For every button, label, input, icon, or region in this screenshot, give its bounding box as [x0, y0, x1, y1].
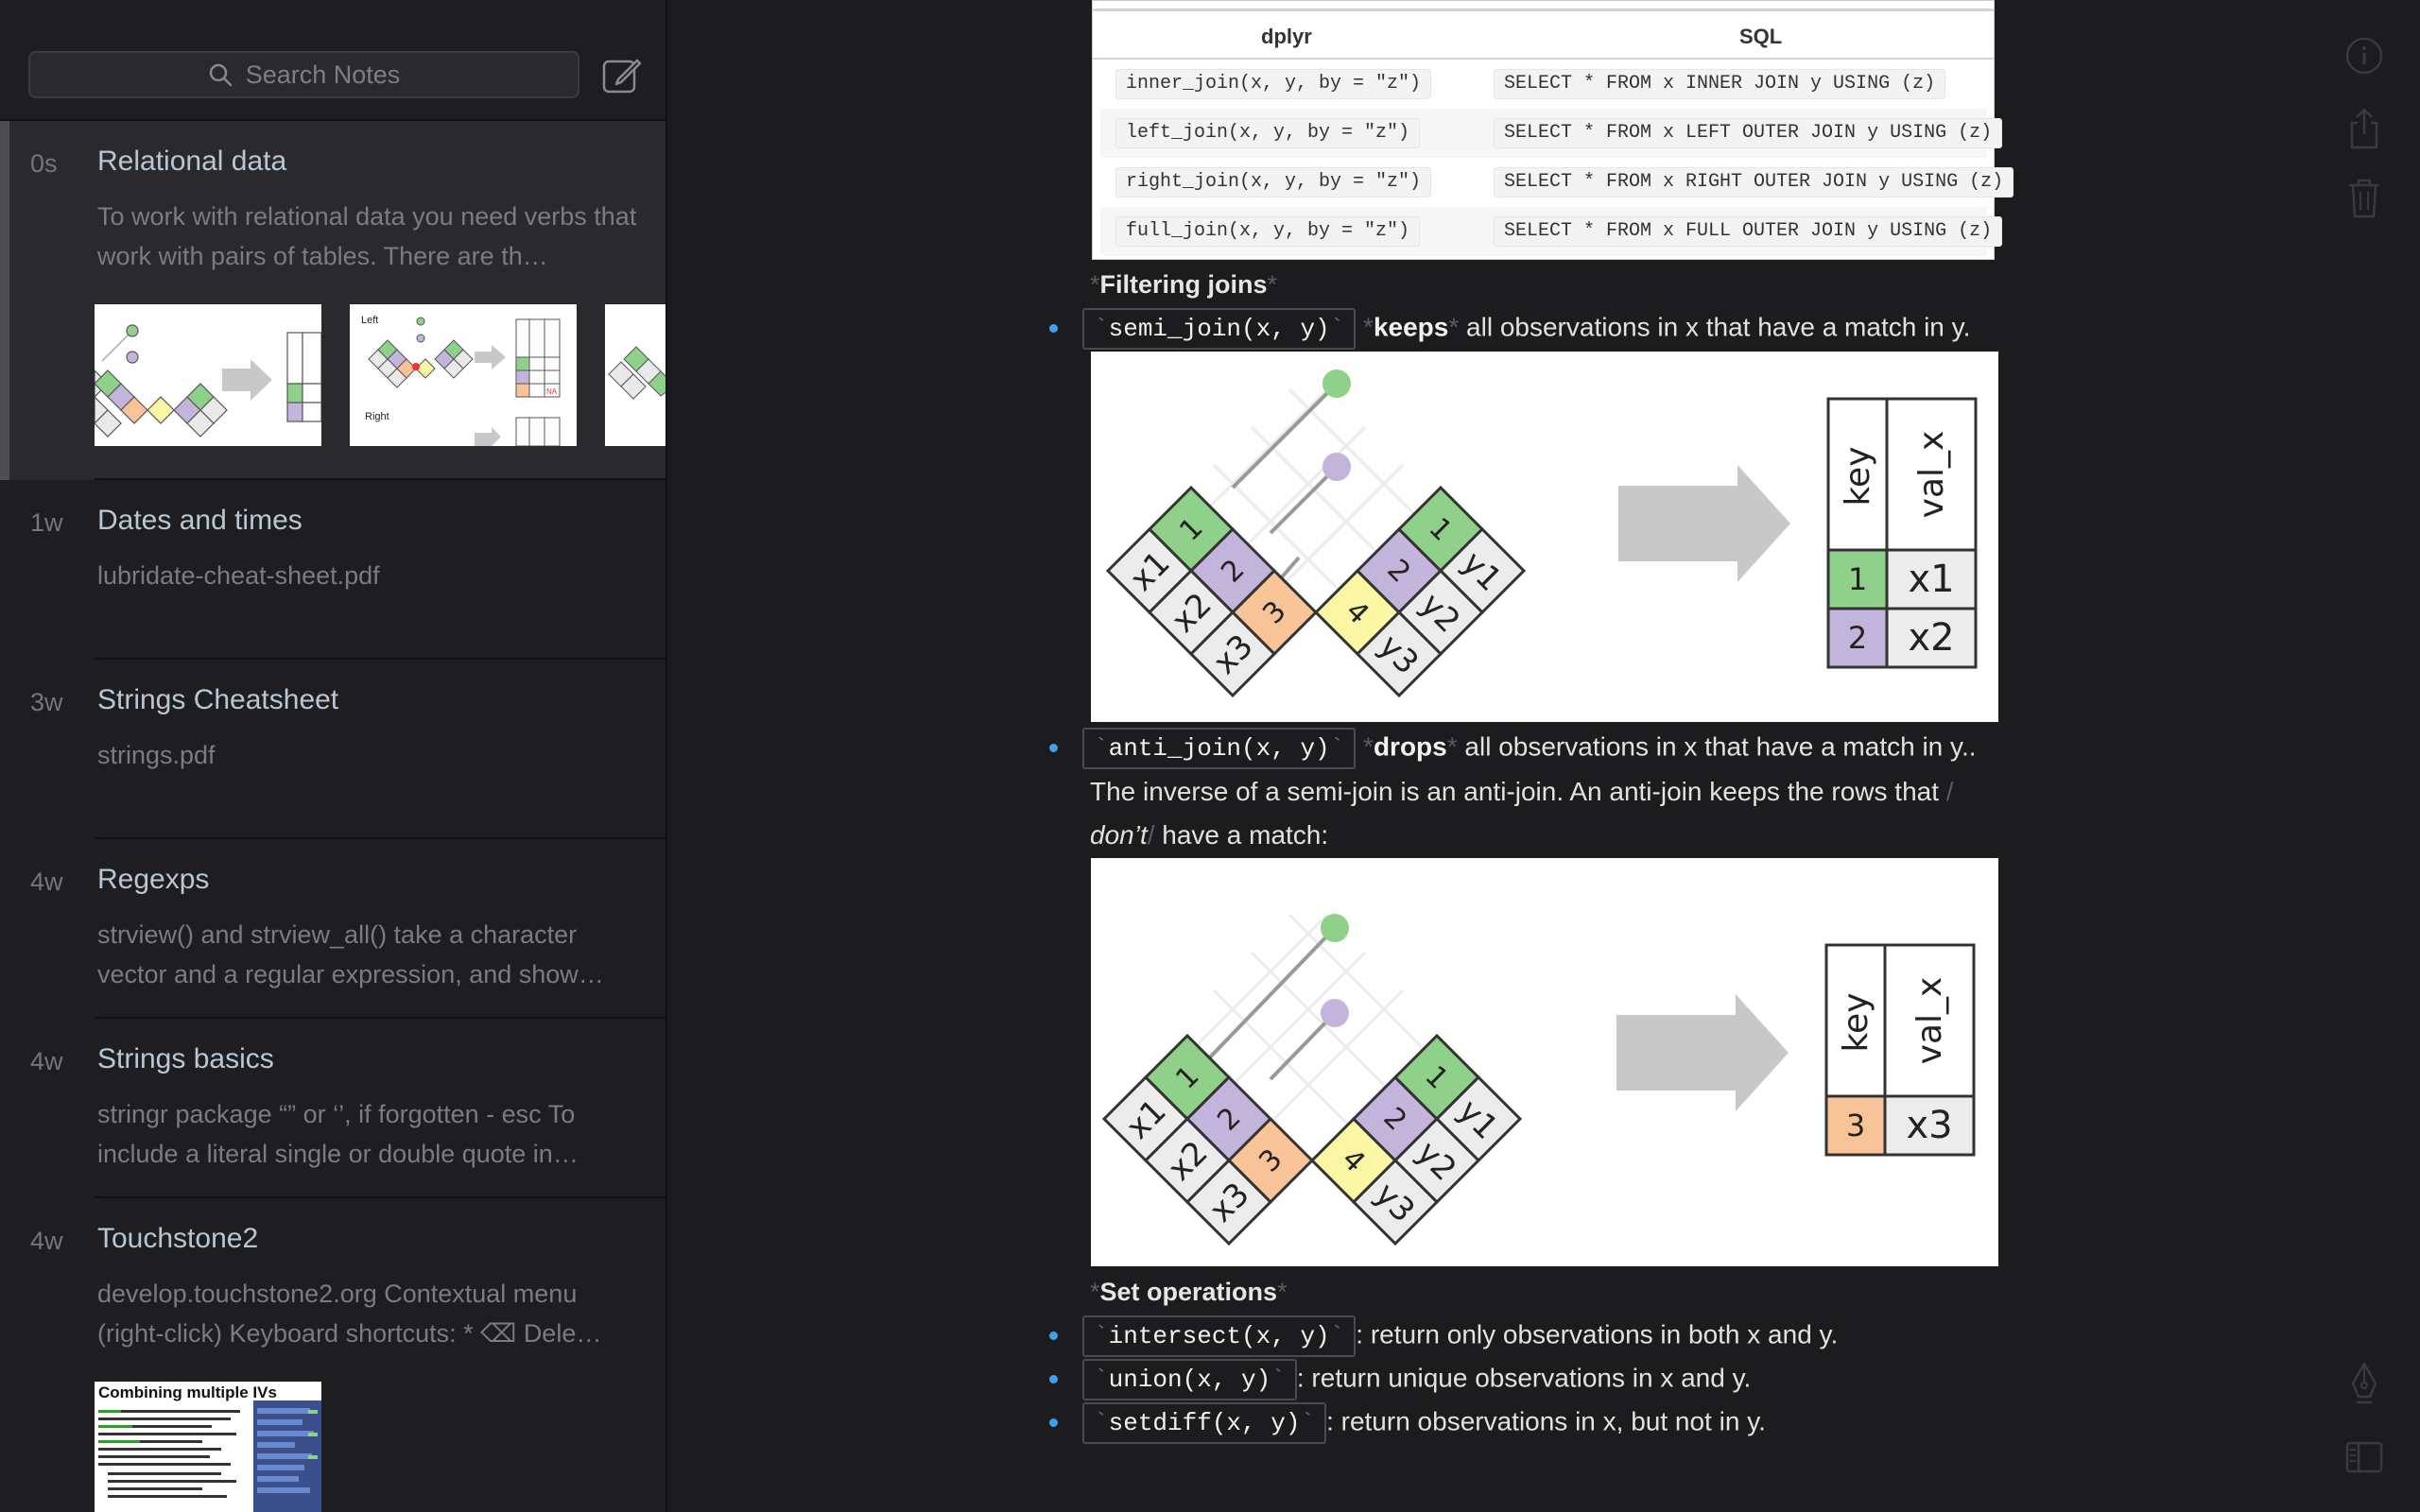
- compose-note-icon[interactable]: [601, 55, 643, 96]
- svg-text:Left: Left: [361, 315, 378, 326]
- note-title: Regexps: [97, 864, 210, 895]
- table-cell-sql: SELECT * FROM x LEFT OUTER JOIN y USING …: [1494, 118, 2003, 148]
- sidebar-toggle-icon[interactable]: [2344, 1440, 2384, 1474]
- anti-join-line: `anti_join(x, y)` *drops* all observatio…: [1082, 728, 1977, 769]
- note-age: 1w: [30, 508, 63, 537]
- table-cell-dplyr: full_join(x, y, by = "z"): [1115, 216, 1421, 247]
- semi-join-diagram: x1 x2 x3 1 2 3 1 2 4 y1 y2 y3 key val_x …: [1091, 352, 1998, 722]
- table-cell-sql: SELECT * FROM x INNER JOIN y USING (z): [1494, 69, 1946, 99]
- note-title: Dates and times: [97, 505, 302, 536]
- pen-icon[interactable]: [2344, 1361, 2384, 1406]
- note-thumbnail-partial: [605, 304, 666, 446]
- table-header-dplyr: dplyr: [1261, 25, 1312, 48]
- inline-code-setdiff: `setdiff(x, y)`: [1082, 1402, 1327, 1444]
- list-bullet: [1049, 324, 1058, 333]
- inline-code-anti-join: `anti_join(x, y)`: [1082, 728, 1357, 769]
- note-item-touchstone2[interactable]: 4w Touchstone2 develop.touchstone2.org C…: [0, 1198, 666, 1512]
- svg-text:1: 1: [1848, 561, 1867, 597]
- anti-join-paragraph-line-1: The inverse of a semi-join is an anti-jo…: [1090, 777, 1954, 806]
- note-title: Relational data: [97, 146, 287, 177]
- svg-text:x2: x2: [1908, 616, 1954, 660]
- svg-text:val_x: val_x: [1912, 431, 1951, 519]
- svg-text:3: 3: [1846, 1108, 1865, 1143]
- inline-code-union: `union(x, y)`: [1082, 1359, 1297, 1400]
- note-thumbnail-touchstone: Combining multiple IVs: [95, 1382, 321, 1512]
- anti-join-paragraph-line-2: don’t/ have a match:: [1090, 820, 1329, 850]
- note-preview: To work with relational data you need ve…: [97, 202, 637, 270]
- selection-indicator: [0, 121, 9, 480]
- table-row: inner_join(x, y, by = "z") SELECT * FROM…: [1100, 60, 1987, 109]
- table-cell-dplyr: left_join(x, y, by = "z"): [1115, 118, 1421, 148]
- svg-text:2: 2: [1848, 620, 1867, 656]
- info-icon[interactable]: [2344, 36, 2384, 76]
- note-preview: stringr package “” or ‘’, if forgotten -…: [97, 1100, 579, 1168]
- app-window: Search Notes 0s Relational data To work …: [0, 0, 2420, 1512]
- note-age: 4w: [30, 1227, 63, 1255]
- note-title: Touchstone2: [97, 1223, 259, 1254]
- table-row: right_join(x, y, by = "z") SELECT * FROM…: [1100, 158, 2014, 207]
- share-icon[interactable]: [2344, 106, 2384, 151]
- list-bullet: [1049, 1332, 1058, 1340]
- dplyr-sql-table: dplyr SQL inner_join(x, y, by = "z") SEL…: [1092, 0, 2014, 260]
- intersect-line: `intersect(x, y)`: return only observati…: [1082, 1315, 1838, 1357]
- note-thumbnail-semi-join: [95, 304, 321, 446]
- svg-text:x3: x3: [1906, 1104, 1952, 1147]
- union-line: `union(x, y)`: return unique observation…: [1082, 1359, 1751, 1400]
- table-header: dplyr SQL: [1093, 9, 1994, 60]
- trash-icon[interactable]: [2344, 178, 2384, 219]
- semi-join-line: `semi_join(x, y)` *keeps* all observatio…: [1082, 308, 1970, 350]
- search-bar[interactable]: Search Notes: [28, 51, 579, 98]
- inline-code-semi-join: `semi_join(x, y)`: [1082, 308, 1357, 350]
- svg-text:key: key: [1839, 446, 1877, 506]
- heading-filtering-joins: *Filtering joins*: [1090, 270, 1278, 299]
- note-item-strings-basics[interactable]: 4w Strings basics stringr package “” or …: [0, 1019, 666, 1198]
- note-item-dates-and-times[interactable]: 1w Dates and times lubridate-cheat-sheet…: [0, 480, 666, 660]
- note-preview: develop.touchstone2.org Contextual menu …: [97, 1280, 602, 1348]
- note-item-regexps[interactable]: 4w Regexps strview() and strview_all() t…: [0, 839, 666, 1019]
- note-title: Strings Cheatsheet: [97, 684, 339, 715]
- list-bullet: [1049, 1375, 1058, 1383]
- table-row: full_join(x, y, by = "z") SELECT * FROM …: [1100, 207, 2003, 256]
- table-row: left_join(x, y, by = "z") SELECT * FROM …: [1100, 109, 2003, 158]
- table-cell-dplyr: inner_join(x, y, by = "z"): [1115, 69, 1432, 99]
- table-header-sql: SQL: [1739, 25, 1783, 48]
- anti-join-diagram: x1 x2 x3 1 2 3 1 2 4 y1 y2 y3 key val_x …: [1091, 858, 1998, 1266]
- note-age: 0s: [30, 149, 58, 178]
- note-age: 4w: [30, 1047, 63, 1075]
- table-cell-dplyr: right_join(x, y, by = "z"): [1115, 167, 1432, 198]
- note-title: Strings basics: [97, 1043, 274, 1074]
- note-item-strings-cheatsheet[interactable]: 3w Strings Cheatsheet strings.pdf: [0, 660, 666, 839]
- note-preview: strview() and strview_all() take a chara…: [97, 920, 604, 988]
- table-cell-sql: SELECT * FROM x FULL OUTER JOIN y USING …: [1494, 216, 2003, 247]
- note-age: 4w: [30, 868, 63, 896]
- inline-code-intersect: `intersect(x, y)`: [1082, 1315, 1357, 1357]
- list-bullet: [1049, 1418, 1058, 1427]
- note-thumbnail-outer-joins: Left Right NA: [350, 304, 577, 446]
- svg-text:Right: Right: [365, 411, 389, 422]
- note-preview: strings.pdf: [97, 741, 216, 769]
- svg-text:key: key: [1837, 992, 1876, 1052]
- note-age: 3w: [30, 688, 63, 716]
- search-placeholder: Search Notes: [245, 60, 401, 89]
- svg-text:NA: NA: [546, 387, 558, 396]
- heading-set-operations: *Set operations*: [1090, 1278, 1288, 1306]
- table-cell-sql: SELECT * FROM x RIGHT OUTER JOIN y USING…: [1494, 167, 2014, 198]
- note-preview: lubridate-cheat-sheet.pdf: [97, 561, 380, 590]
- list-bullet: [1049, 744, 1058, 752]
- svg-text:x1: x1: [1908, 558, 1954, 601]
- search-icon: [209, 63, 232, 87]
- note-item-relational-data[interactable]: 0s Relational data To work with relation…: [0, 121, 666, 480]
- notes-sidebar: Search Notes 0s Relational data To work …: [0, 0, 667, 1512]
- svg-text:val_x: val_x: [1910, 977, 1949, 1065]
- setdiff-line: `setdiff(x, y)`: return observations in …: [1082, 1402, 1766, 1444]
